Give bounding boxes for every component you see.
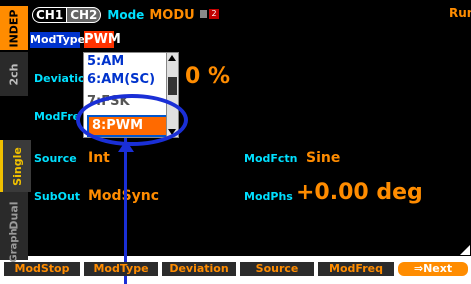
modfreq-label: ModFre	[34, 110, 81, 123]
modtype-value[interactable]: PWM	[84, 31, 121, 48]
modfctn-value[interactable]: Sine	[306, 150, 340, 166]
modphs-value[interactable]: +0.00 deg	[296, 180, 423, 205]
dropdown-option[interactable]: 6:AM(SC)	[87, 71, 167, 89]
modulation-indicator: 2	[200, 9, 222, 19]
modfctn-label: ModFctn	[244, 152, 298, 165]
mode-value: MODU	[149, 7, 195, 23]
softkey-modtype[interactable]: ModType	[84, 262, 158, 276]
softkey-modfreq[interactable]: ModFreq	[318, 262, 394, 276]
tab-single[interactable]: Single	[0, 140, 31, 192]
source-label: Source	[34, 152, 77, 165]
softkey-bar: ModStop ModType Deviation Source ModFreq…	[0, 262, 471, 276]
deviation-value[interactable]: 0 %	[185, 64, 230, 89]
run-status: Run	[449, 6, 471, 20]
corner-triangle-icon	[460, 245, 470, 255]
scroll-up-icon[interactable]	[168, 55, 176, 61]
modphs-label: ModPhs	[244, 190, 293, 203]
scroll-thumb[interactable]	[168, 77, 177, 95]
softkey-modstop[interactable]: ModStop	[4, 262, 80, 276]
header-bar: CH1 CH2 Mode MODU	[32, 6, 195, 24]
mode-label: Mode	[107, 8, 145, 22]
softkey-source[interactable]: Source	[240, 262, 314, 276]
ch2-button[interactable]: CH2	[66, 7, 102, 23]
indicator-gray-icon	[200, 10, 207, 18]
dropdown-option[interactable]: 5:AM	[87, 53, 167, 71]
tab-2ch[interactable]: 2ch	[0, 52, 28, 96]
indicator-number: 2	[209, 9, 219, 19]
subout-label: SubOut	[34, 190, 81, 203]
source-value[interactable]: Int	[88, 150, 110, 166]
ch1-button[interactable]: CH1	[32, 7, 67, 23]
instrument-screen: INDEP 2ch Single Dual Graph CH1 CH2 Mode…	[0, 0, 471, 262]
modtype-label: ModType	[30, 32, 86, 48]
callout-arrow-icon	[118, 140, 134, 152]
tab-graph[interactable]: Graph	[0, 228, 28, 262]
softkey-deviation[interactable]: Deviation	[162, 262, 236, 276]
softkey-next[interactable]: ⇒Next	[398, 262, 468, 276]
tab-indep[interactable]: INDEP	[0, 6, 28, 50]
callout-ellipse	[76, 94, 188, 146]
